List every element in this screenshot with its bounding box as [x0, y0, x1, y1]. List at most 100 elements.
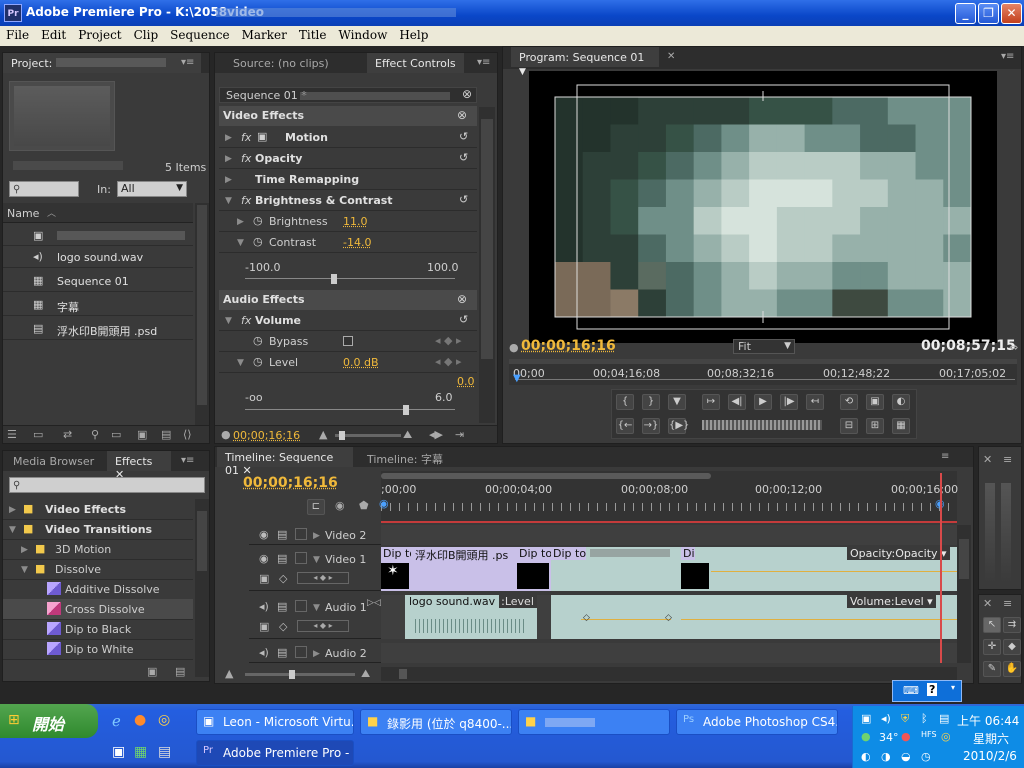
- tray-app-icon[interactable]: ◑: [881, 750, 891, 763]
- disclosure-triangle-icon[interactable]: ▶: [313, 531, 320, 541]
- keyframe-toggle-icon[interactable]: ◇: [279, 620, 287, 633]
- language-bar[interactable]: ⌨ ? ▾: [892, 680, 962, 702]
- current-timecode[interactable]: 00;00;16;16: [521, 338, 616, 354]
- tab-project[interactable]: Project:: [3, 53, 201, 73]
- keyframe-icon[interactable]: ◇: [665, 613, 672, 623]
- tray-app-icon[interactable]: ◐: [861, 750, 871, 763]
- menu-project[interactable]: Project: [72, 26, 127, 42]
- menu-edit[interactable]: Edit: [35, 26, 72, 42]
- pen-tool-icon[interactable]: ✎: [983, 661, 1001, 677]
- menu-window[interactable]: Window: [332, 26, 393, 42]
- track-video1[interactable]: Dip to✶ 浮水印B開頭用 .ps Dip to Dip to DiOpac…: [381, 547, 957, 591]
- clock-time[interactable]: 上午 06:44: [957, 712, 1019, 729]
- mark-in-icon[interactable]: {: [616, 394, 634, 410]
- lock-toggle[interactable]: [295, 552, 307, 564]
- keyframe-toggle-icon[interactable]: ◇: [279, 572, 287, 585]
- find-icon[interactable]: ⚲: [91, 428, 99, 441]
- play-in-to-out-icon[interactable]: {▶}: [668, 418, 689, 434]
- tree-folder[interactable]: ▶ ■ 3D Motion: [3, 539, 193, 560]
- program-time-ruler[interactable]: 00;00 00;04;16;08 00;08;32;16 00;12;48;2…: [509, 359, 1017, 385]
- list-item[interactable]: ◂) logo sound.wav: [3, 247, 193, 268]
- resize-icon[interactable]: ⇔: [1009, 341, 1018, 354]
- automate-icon[interactable]: ⇄: [63, 428, 72, 441]
- icon-view-icon[interactable]: ▭: [33, 428, 43, 441]
- list-item[interactable]: ▦ 字幕: [3, 295, 193, 316]
- timeline-ruler[interactable]: ;00;00 00;00;04;00 00;00;08;00 00;00;12;…: [379, 471, 958, 521]
- effect-controls-timecode[interactable]: 00;00;16;16: [233, 429, 300, 442]
- tree-folder[interactable]: ▼ ■ Dissolve: [3, 559, 193, 580]
- jog-shuttle[interactable]: [702, 420, 822, 430]
- list-item[interactable]: ▦ Sequence 01: [3, 271, 193, 292]
- tree-item[interactable]: Dip to White: [3, 639, 193, 660]
- show-desktop-icon[interactable]: ▣: [112, 744, 125, 760]
- panel-menu-icon[interactable]: ▾≡: [181, 455, 194, 466]
- volume-dropdown[interactable]: Volume:Level ▾: [847, 595, 936, 608]
- firefox-quicklaunch-icon[interactable]: ●: [134, 712, 146, 728]
- tray-app-icon[interactable]: ▤: [939, 712, 949, 725]
- collapse-icon[interactable]: ⊗: [457, 108, 467, 122]
- go-to-next-edit-icon[interactable]: →}: [642, 418, 660, 434]
- tree-item[interactable]: Additive Dissolve: [3, 579, 193, 600]
- opacity-dropdown[interactable]: Opacity:Opacity ▾: [847, 547, 950, 560]
- selection-tool-icon[interactable]: ↖: [983, 617, 1001, 633]
- collapse-icon[interactable]: ⊗: [457, 292, 467, 306]
- contrast-slider[interactable]: -100.0 100.0: [219, 254, 477, 290]
- effect-time-remapping[interactable]: Time Remapping: [255, 173, 359, 186]
- slider-handle[interactable]: [289, 670, 295, 679]
- disclosure-triangle-icon[interactable]: ▼: [225, 196, 232, 206]
- effect-volume[interactable]: Volume: [255, 314, 301, 327]
- tree-item-selected[interactable]: Cross Dissolve: [3, 599, 193, 620]
- loop-icon[interactable]: ⟲: [840, 394, 858, 410]
- play-icon[interactable]: ▶: [754, 394, 772, 410]
- network-icon[interactable]: ▣: [861, 712, 871, 725]
- video-clip[interactable]: 浮水印B開頭用 .ps: [411, 547, 517, 591]
- list-item[interactable]: ▣: [3, 225, 193, 246]
- ripple-edit-tool-icon[interactable]: ✛: [983, 639, 1001, 655]
- effect-motion[interactable]: Motion: [285, 131, 328, 144]
- column-name-header[interactable]: Name: [7, 207, 39, 220]
- display-style-icon[interactable]: ▣: [259, 620, 269, 633]
- shield-icon[interactable]: ⛨: [901, 712, 909, 726]
- zoom-in-icon[interactable]: ⛰: [361, 667, 370, 681]
- lock-toggle[interactable]: [295, 528, 307, 540]
- zoom-in-icon[interactable]: ⛰: [403, 428, 412, 442]
- effect-opacity[interactable]: Opacity: [255, 152, 302, 165]
- tree-folder[interactable]: ▼ ■ Video Transitions: [3, 519, 193, 540]
- step-forward-icon[interactable]: |▶: [780, 394, 798, 410]
- list-item[interactable]: ▤ 浮水印B開頭用 .psd: [3, 319, 193, 340]
- reset-icon[interactable]: ↺: [459, 193, 468, 206]
- weather-icon[interactable]: ●: [861, 730, 871, 743]
- sync-lock-icon[interactable]: ▤: [277, 646, 287, 659]
- transition-clip[interactable]: Dip to✶: [381, 547, 411, 591]
- work-area-start-icon[interactable]: ◉: [379, 497, 389, 510]
- hand-tool-icon[interactable]: ✋: [1003, 661, 1021, 677]
- panel-menu-icon[interactable]: ▾≡: [477, 57, 490, 68]
- panel-menu-icon[interactable]: ▾≡: [1001, 51, 1014, 62]
- scrollbar[interactable]: [957, 525, 971, 663]
- slider-handle[interactable]: [403, 405, 409, 415]
- brightness-value[interactable]: 11.0: [343, 215, 368, 228]
- security-icon[interactable]: ●: [901, 730, 911, 743]
- go-to-out-icon[interactable]: ↤: [806, 394, 824, 410]
- tray-app-icon[interactable]: ◒: [901, 750, 911, 763]
- new-item-icon[interactable]: ▣: [137, 428, 147, 441]
- timeline-timecode[interactable]: 00;00;16;16: [243, 475, 338, 491]
- close-tab-icon[interactable]: ✕: [667, 51, 675, 62]
- stopwatch-icon[interactable]: ◷: [253, 334, 263, 347]
- contrast-value[interactable]: -14.0: [343, 236, 371, 249]
- tab-source[interactable]: Source: (no clips): [225, 53, 337, 73]
- panel-menu-icon[interactable]: ≡: [1003, 597, 1012, 610]
- taskbar-button-photoshop[interactable]: Ps Adobe Photoshop CS4...: [676, 709, 838, 735]
- zoom-out-icon[interactable]: ▲: [225, 667, 233, 680]
- close-button[interactable]: ✕: [1001, 3, 1022, 24]
- chevron-down-icon[interactable]: ▾: [951, 683, 955, 692]
- menu-title[interactable]: Title: [293, 26, 333, 42]
- safe-margins-icon[interactable]: ▣: [866, 394, 884, 410]
- taskbar-button-explorer[interactable]: ■: [518, 709, 670, 735]
- zoom-slider[interactable]: [335, 431, 401, 440]
- stopwatch-icon[interactable]: ◷: [253, 214, 263, 227]
- fx-icon[interactable]: fx: [241, 131, 251, 144]
- keyframe-icon[interactable]: ◇: [583, 613, 590, 623]
- delete-icon[interactable]: ▤: [175, 665, 185, 678]
- fx-icon[interactable]: fx: [241, 194, 251, 207]
